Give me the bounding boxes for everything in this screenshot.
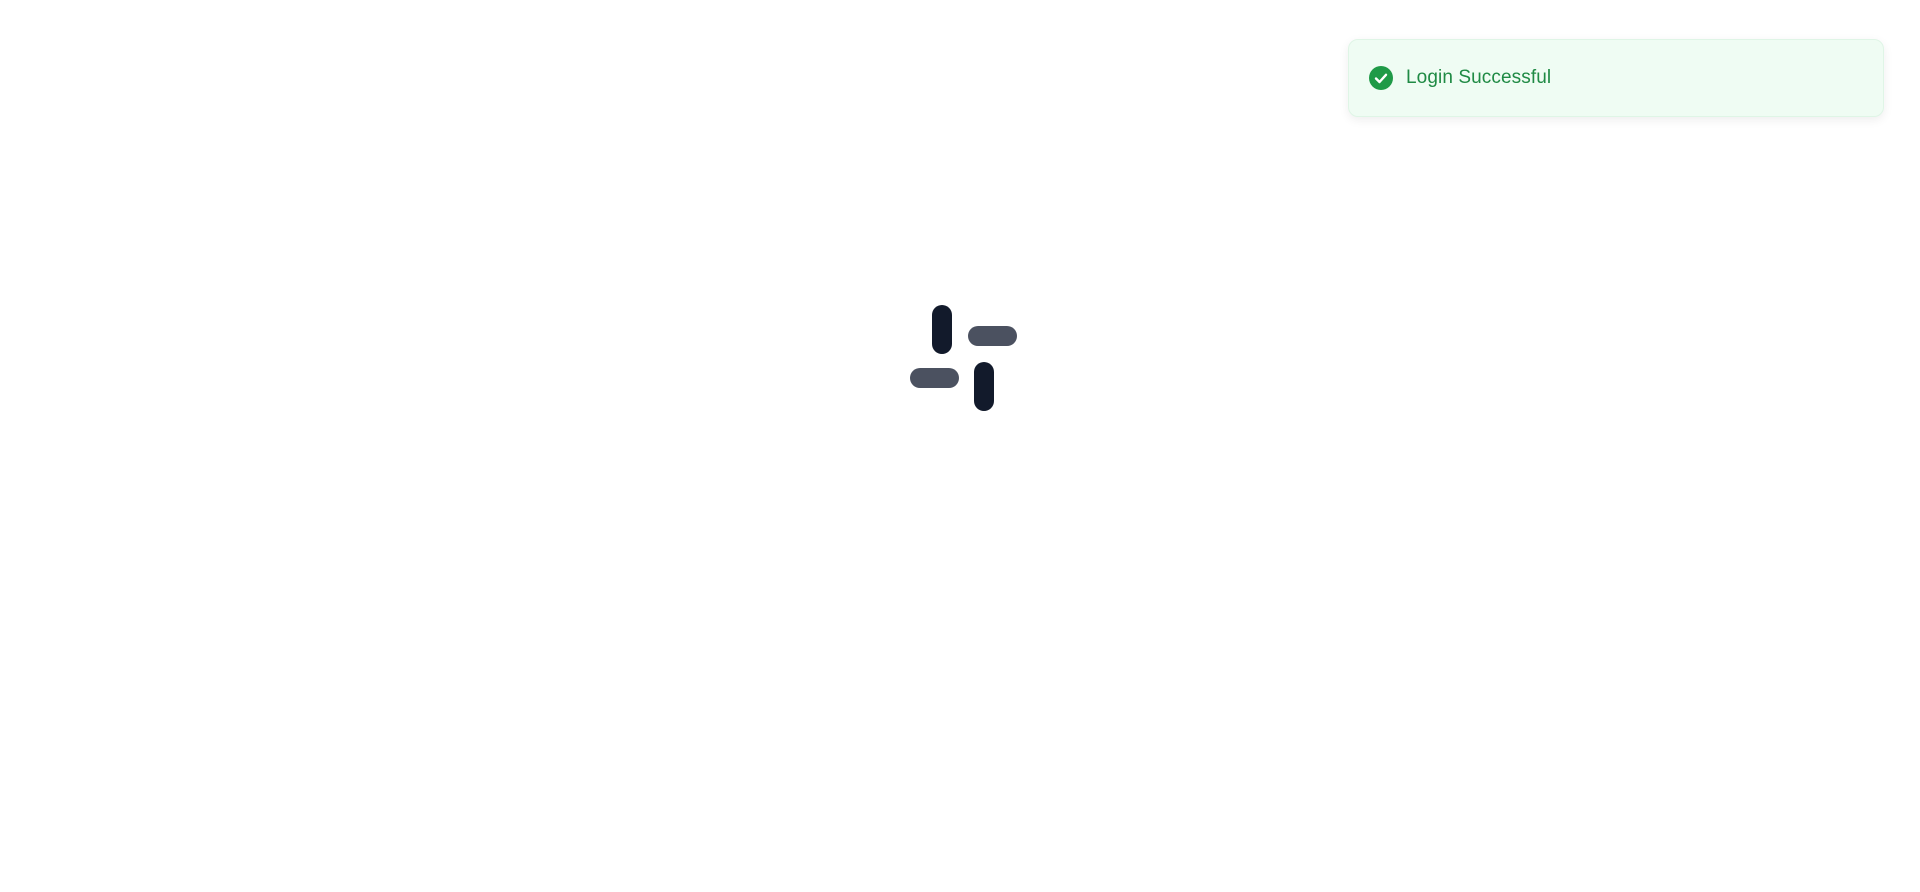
loading-spinner-icon bbox=[910, 305, 1020, 415]
loader-pill-top bbox=[932, 305, 952, 354]
toast-message: Login Successful bbox=[1406, 67, 1552, 88]
loader-pill-left bbox=[910, 368, 959, 388]
check-circle-icon bbox=[1369, 66, 1393, 90]
loader-pill-right bbox=[968, 326, 1017, 346]
app-page: Login Successful bbox=[0, 0, 1920, 892]
login-success-toast: Login Successful bbox=[1348, 39, 1884, 117]
loader-pill-bottom bbox=[974, 362, 994, 411]
